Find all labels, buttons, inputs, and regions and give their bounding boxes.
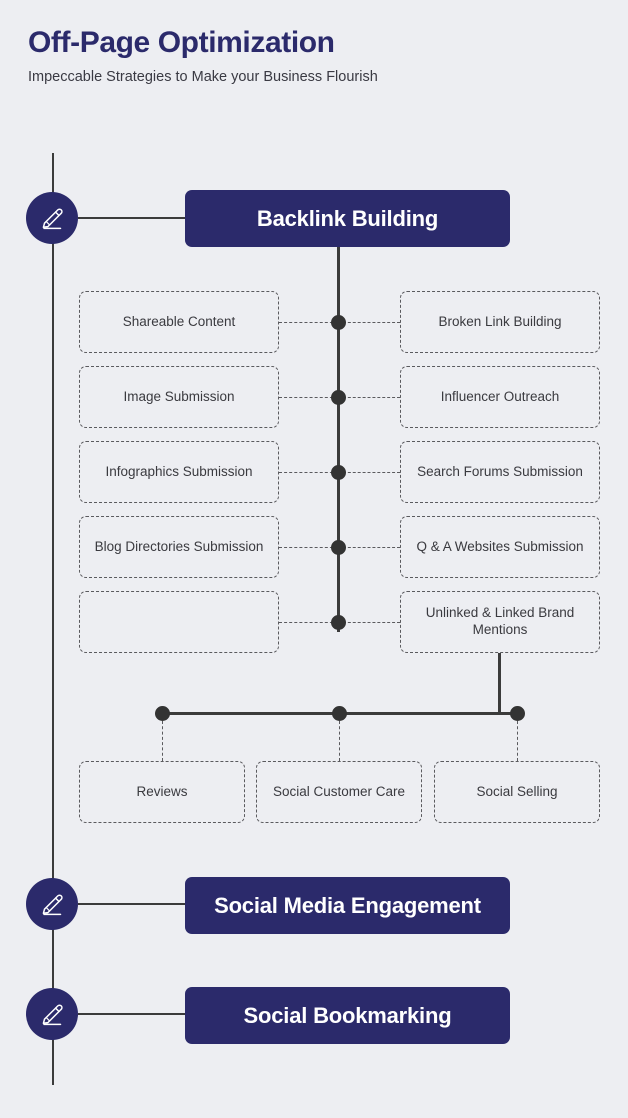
pencil-icon-social-bookmarking bbox=[26, 988, 78, 1040]
main-node-backlink-building[interactable]: Backlink Building bbox=[185, 190, 510, 247]
connector-icon-to-social-media-engagement bbox=[78, 903, 186, 905]
sub-box-label: Blog Directories Submission bbox=[94, 538, 264, 554]
sub-box-social-customer-care[interactable]: Social Customer Care bbox=[256, 761, 422, 823]
sub-box-label: Influencer Outreach bbox=[440, 388, 560, 404]
spine-dot-1 bbox=[331, 315, 346, 330]
dash-connector-right-2 bbox=[338, 397, 400, 398]
spine-dot-2 bbox=[331, 390, 346, 405]
main-node-label: Backlink Building bbox=[256, 205, 439, 231]
dash-connector-left-5 bbox=[279, 622, 338, 623]
main-node-social-bookmarking[interactable]: Social Bookmarking bbox=[185, 987, 510, 1044]
timeline-spine bbox=[52, 153, 54, 1085]
sub-box-broken-link-building[interactable]: Broken Link Building bbox=[400, 291, 600, 353]
sub-box-infographics-submission[interactable]: Infographics Submission bbox=[79, 441, 279, 503]
spine-dot-4 bbox=[331, 540, 346, 555]
backlink-center-spine bbox=[337, 247, 340, 632]
branch-dot-social-customer-care bbox=[332, 706, 347, 721]
dash-drop-social-selling bbox=[517, 721, 518, 761]
dash-drop-social-customer-care bbox=[339, 721, 340, 761]
main-node-label: Social Bookmarking bbox=[243, 1002, 452, 1028]
sub-box-label: Infographics Submission bbox=[105, 463, 253, 479]
dash-connector-right-3 bbox=[338, 472, 400, 473]
dash-drop-reviews bbox=[162, 721, 163, 761]
sub-box-reviews[interactable]: Reviews bbox=[79, 761, 245, 823]
sub-box-label: Social Selling bbox=[476, 783, 558, 799]
sub-box-qa-websites-submission[interactable]: Q & A Websites Submission bbox=[400, 516, 600, 578]
page-title: Off-Page Optimization bbox=[28, 26, 335, 59]
dash-connector-right-1 bbox=[338, 322, 400, 323]
dash-connector-right-4 bbox=[338, 547, 400, 548]
spine-dot-5 bbox=[331, 615, 346, 630]
sub-box-label: Social Customer Care bbox=[272, 783, 406, 799]
branch-dot-reviews bbox=[155, 706, 170, 721]
main-node-social-media-engagement[interactable]: Social Media Engagement bbox=[185, 877, 510, 934]
pencil-icon-social-media-engagement bbox=[26, 878, 78, 930]
infographic-canvas: Off-Page Optimization Impeccable Strateg… bbox=[0, 0, 628, 1118]
dash-connector-left-2 bbox=[279, 397, 338, 398]
sub-box-unlinked-linked-brand-mentions[interactable]: Unlinked & Linked Brand Mentions bbox=[400, 591, 600, 653]
sub-box-influencer-outreach[interactable]: Influencer Outreach bbox=[400, 366, 600, 428]
sub-box-image-submission[interactable]: Image Submission bbox=[79, 366, 279, 428]
sub-box-empty[interactable] bbox=[79, 591, 279, 653]
branch-dot-social-selling bbox=[510, 706, 525, 721]
sub-box-label: Q & A Websites Submission bbox=[416, 538, 584, 554]
sub-box-social-selling[interactable]: Social Selling bbox=[434, 761, 600, 823]
pencil-icon-backlink-building bbox=[26, 192, 78, 244]
branch-drop-line bbox=[498, 653, 501, 715]
dash-connector-left-4 bbox=[279, 547, 338, 548]
sub-box-label: Search Forums Submission bbox=[417, 463, 583, 479]
dash-connector-right-5 bbox=[338, 622, 400, 623]
sub-box-label: Unlinked & Linked Brand Mentions bbox=[425, 605, 575, 637]
sub-box-label: Shareable Content bbox=[122, 313, 236, 329]
sub-box-shareable-content[interactable]: Shareable Content bbox=[79, 291, 279, 353]
dash-connector-left-3 bbox=[279, 472, 338, 473]
header: Off-Page Optimization Impeccable Strateg… bbox=[28, 26, 588, 86]
sub-box-label: Broken Link Building bbox=[438, 313, 562, 329]
connector-icon-to-social-bookmarking bbox=[78, 1013, 186, 1015]
connector-icon-to-backlink-building bbox=[78, 217, 186, 219]
sub-box-blog-directories-submission[interactable]: Blog Directories Submission bbox=[79, 516, 279, 578]
spine-dot-3 bbox=[331, 465, 346, 480]
main-node-label: Social Media Engagement bbox=[214, 892, 481, 918]
sub-box-label: Image Submission bbox=[123, 388, 235, 404]
page-subtitle: Impeccable Strategies to Make your Busin… bbox=[28, 69, 378, 85]
sub-box-label: Reviews bbox=[136, 783, 188, 799]
dash-connector-left-1 bbox=[279, 322, 338, 323]
sub-box-search-forums-submission[interactable]: Search Forums Submission bbox=[400, 441, 600, 503]
